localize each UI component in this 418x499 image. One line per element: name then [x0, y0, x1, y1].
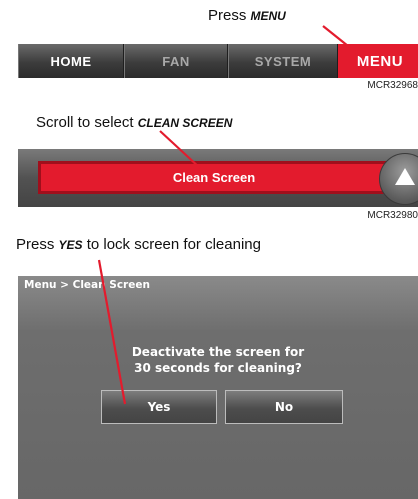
callout-line-yes: [97, 259, 127, 405]
callout-lines: [97, 25, 364, 405]
callout-line-menu: [322, 25, 364, 59]
callout-line-clean-screen: [159, 130, 201, 169]
